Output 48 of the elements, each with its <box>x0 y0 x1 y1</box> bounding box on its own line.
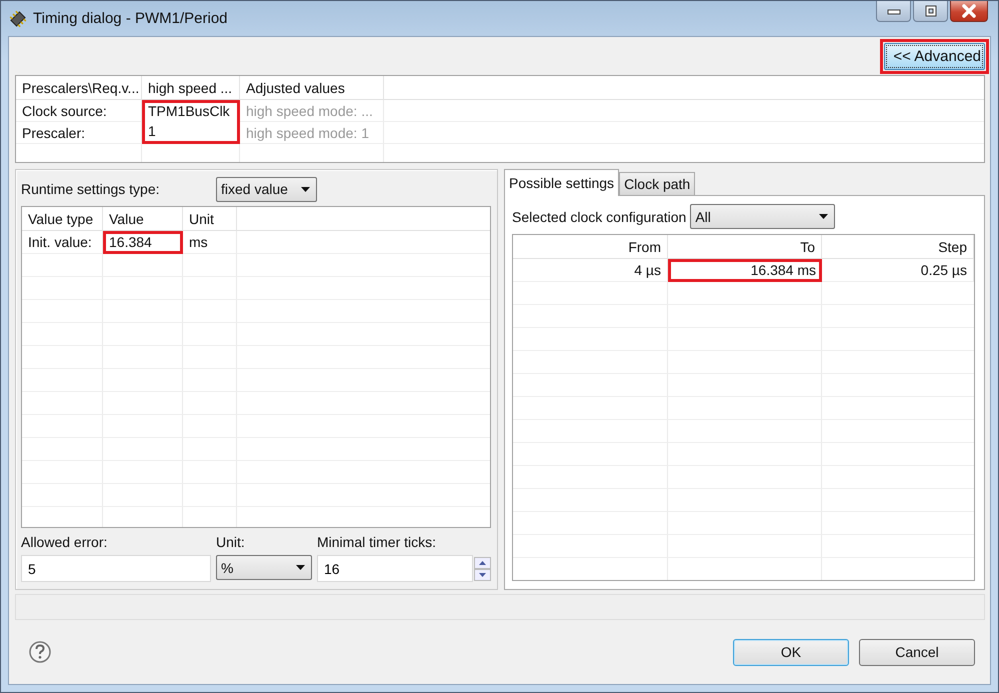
help-icon[interactable] <box>28 640 52 664</box>
table-cell: Init. value: <box>22 231 103 254</box>
field-label: Selected clock configuration <box>512 208 686 224</box>
window-title: Timing dialog - PWM1/Period <box>33 10 228 27</box>
table-cell: high speed mode: ... <box>240 100 384 122</box>
cancel-button[interactable]: Cancel <box>859 638 975 666</box>
table-cell: TPM1BusClk <box>142 100 240 122</box>
advanced-button[interactable]: << Advanced <box>884 42 985 70</box>
tab[interactable]: Clock path <box>619 172 696 195</box>
field-label: Unit: <box>216 534 246 550</box>
column-header[interactable]: high speed ... <box>142 76 240 100</box>
column-header[interactable]: To <box>668 235 822 259</box>
runtime-type-dropdown[interactable]: fixed value <box>216 176 317 202</box>
allowed-error-field[interactable]: 5 <box>21 555 211 582</box>
column-header[interactable]: Prescalers\Req.v... <box>16 76 142 100</box>
dropdown-arrow-icon <box>301 186 310 192</box>
table-cell: 1 <box>142 122 240 144</box>
table-cell: Prescaler: <box>16 122 142 144</box>
spin-button[interactable] <box>474 556 491 580</box>
ok-button[interactable]: OK <box>733 638 849 666</box>
column-header[interactable]: Step <box>822 235 974 259</box>
table-cell: 4 µs <box>513 259 668 282</box>
close-button[interactable] <box>950 1 988 22</box>
table-cell: Clock source: <box>16 100 142 122</box>
maximize-icon <box>924 5 936 17</box>
tab[interactable]: Possible settings <box>504 169 620 196</box>
unit-dropdown[interactable]: % <box>216 555 312 580</box>
dropdown-arrow-icon <box>819 214 828 219</box>
column-header[interactable]: From <box>513 235 668 259</box>
field-label: Runtime settings type: <box>21 181 161 197</box>
column-header[interactable]: Value <box>103 207 183 231</box>
close-icon <box>961 4 977 18</box>
table-cell: 0.25 µs <box>822 259 974 282</box>
minimize-button[interactable] <box>876 1 911 22</box>
dropdown-arrow-icon <box>296 565 305 570</box>
column-header[interactable]: Unit <box>183 207 237 231</box>
minimize-icon <box>886 7 900 15</box>
column-header[interactable]: Value type <box>22 207 103 231</box>
table-cell: 16.384 ms <box>668 259 822 282</box>
field-label: Allowed error: <box>21 534 108 550</box>
table-cell: 16.384 <box>103 231 183 254</box>
table-cell: high speed mode: 1 <box>240 122 384 144</box>
column-header[interactable]: Adjusted values <box>240 76 384 100</box>
field-label: Minimal timer ticks: <box>317 534 438 550</box>
table-cell: ms <box>183 231 237 254</box>
timer-ticks-field[interactable]: 16 <box>317 555 473 582</box>
maximize-button[interactable] <box>913 1 948 22</box>
clock-configuration-dropdown[interactable]: All <box>690 204 836 229</box>
